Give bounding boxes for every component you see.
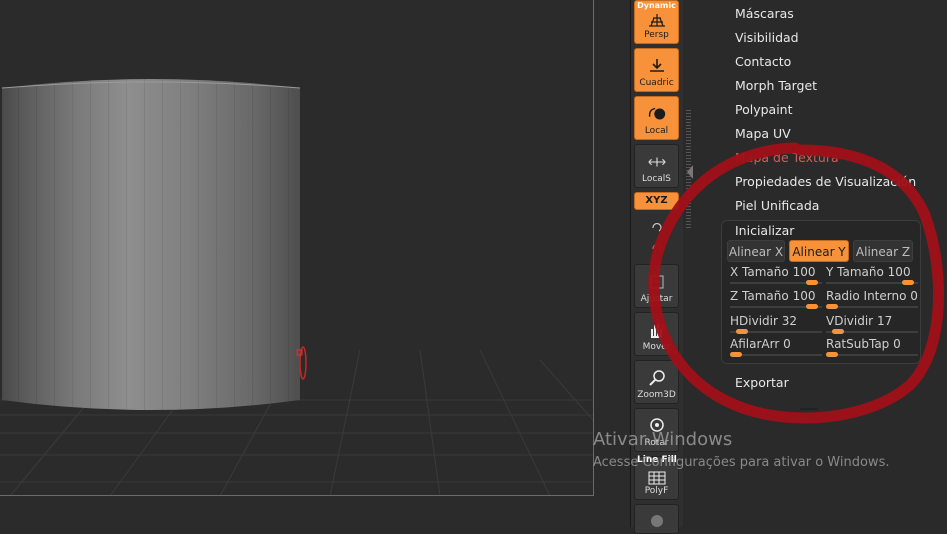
dynamic-label: Dynamic [637, 1, 676, 10]
subpanel-title[interactable]: Inicializar [735, 223, 794, 238]
y-size-slider[interactable]: Y Tamaño 100 [826, 265, 918, 287]
align-y-button[interactable]: Alinear Y [789, 240, 849, 262]
hand-icon [651, 324, 665, 338]
menu-item-texture-map[interactable]: Mapa de Textura [735, 150, 839, 165]
z-size-slider[interactable]: Z Tamaño 100 [730, 289, 822, 311]
move-button[interactable]: Mover [634, 312, 679, 356]
rotate-y-icon[interactable] [651, 221, 663, 233]
activation-watermark-title: Ativar Windows [593, 429, 733, 450]
menu-item-masking[interactable]: Máscaras [735, 6, 794, 21]
solo-button[interactable] [634, 504, 679, 534]
menu-item-contact[interactable]: Contacto [735, 54, 791, 69]
persp-button[interactable]: Dynamic Persp [634, 0, 679, 44]
menu-item-uv-map[interactable]: Mapa UV [735, 126, 791, 141]
vdivide-slider[interactable]: VDividir 17 [826, 314, 918, 336]
menu-item-unified-skin[interactable]: Piel Unificada [735, 198, 819, 213]
rotate-z-icon[interactable] [651, 242, 663, 254]
polyframe-grid-icon [648, 471, 666, 485]
perspective-grid-icon [649, 14, 665, 27]
activation-watermark-subtitle: Acesse Configurações para ativar o Windo… [593, 455, 890, 470]
zoom-button[interactable]: Zoom3D [634, 360, 679, 404]
x-size-slider[interactable]: X Tamaño 100 [730, 265, 822, 287]
frame-icon [650, 275, 664, 289]
cylinder-mesh [0, 79, 594, 497]
floor-icon [650, 59, 664, 72]
solo-icon [651, 515, 663, 527]
local-button[interactable]: Local [634, 96, 679, 140]
local-rotate-icon [648, 107, 666, 120]
align-z-button[interactable]: Alinear Z [853, 240, 913, 262]
menu-item-display-properties[interactable]: Propiedades de Visualización [735, 174, 916, 189]
collapse-arrow-icon[interactable] [686, 165, 694, 179]
align-x-button[interactable]: Alinear X [727, 240, 785, 262]
menu-item-export[interactable]: Exportar [735, 375, 789, 390]
local-symmetry-button[interactable]: LocalS [634, 144, 679, 188]
menu-item-morph-target[interactable]: Morph Target [735, 78, 817, 93]
hdivide-slider[interactable]: HDividir 32 [730, 314, 822, 336]
viewport-canvas[interactable] [0, 0, 630, 527]
subtap-ratio-slider[interactable]: RatSubTap 0 [826, 337, 918, 359]
symmetry-arrows-icon [648, 157, 666, 167]
floor-grid-button[interactable]: Cuadric [634, 48, 679, 92]
xyz-button[interactable]: XYZ [634, 192, 679, 210]
taper-top-slider[interactable]: AfilarArr 0 [730, 337, 822, 359]
frame-button[interactable]: Ajustar [634, 264, 679, 308]
menu-item-visibility[interactable]: Visibilidad [735, 30, 799, 45]
menu-item-polypaint[interactable]: Polypaint [735, 102, 793, 117]
inner-radius-slider[interactable]: Radio Interno 0 [826, 289, 918, 311]
magnifier-icon [649, 370, 665, 386]
